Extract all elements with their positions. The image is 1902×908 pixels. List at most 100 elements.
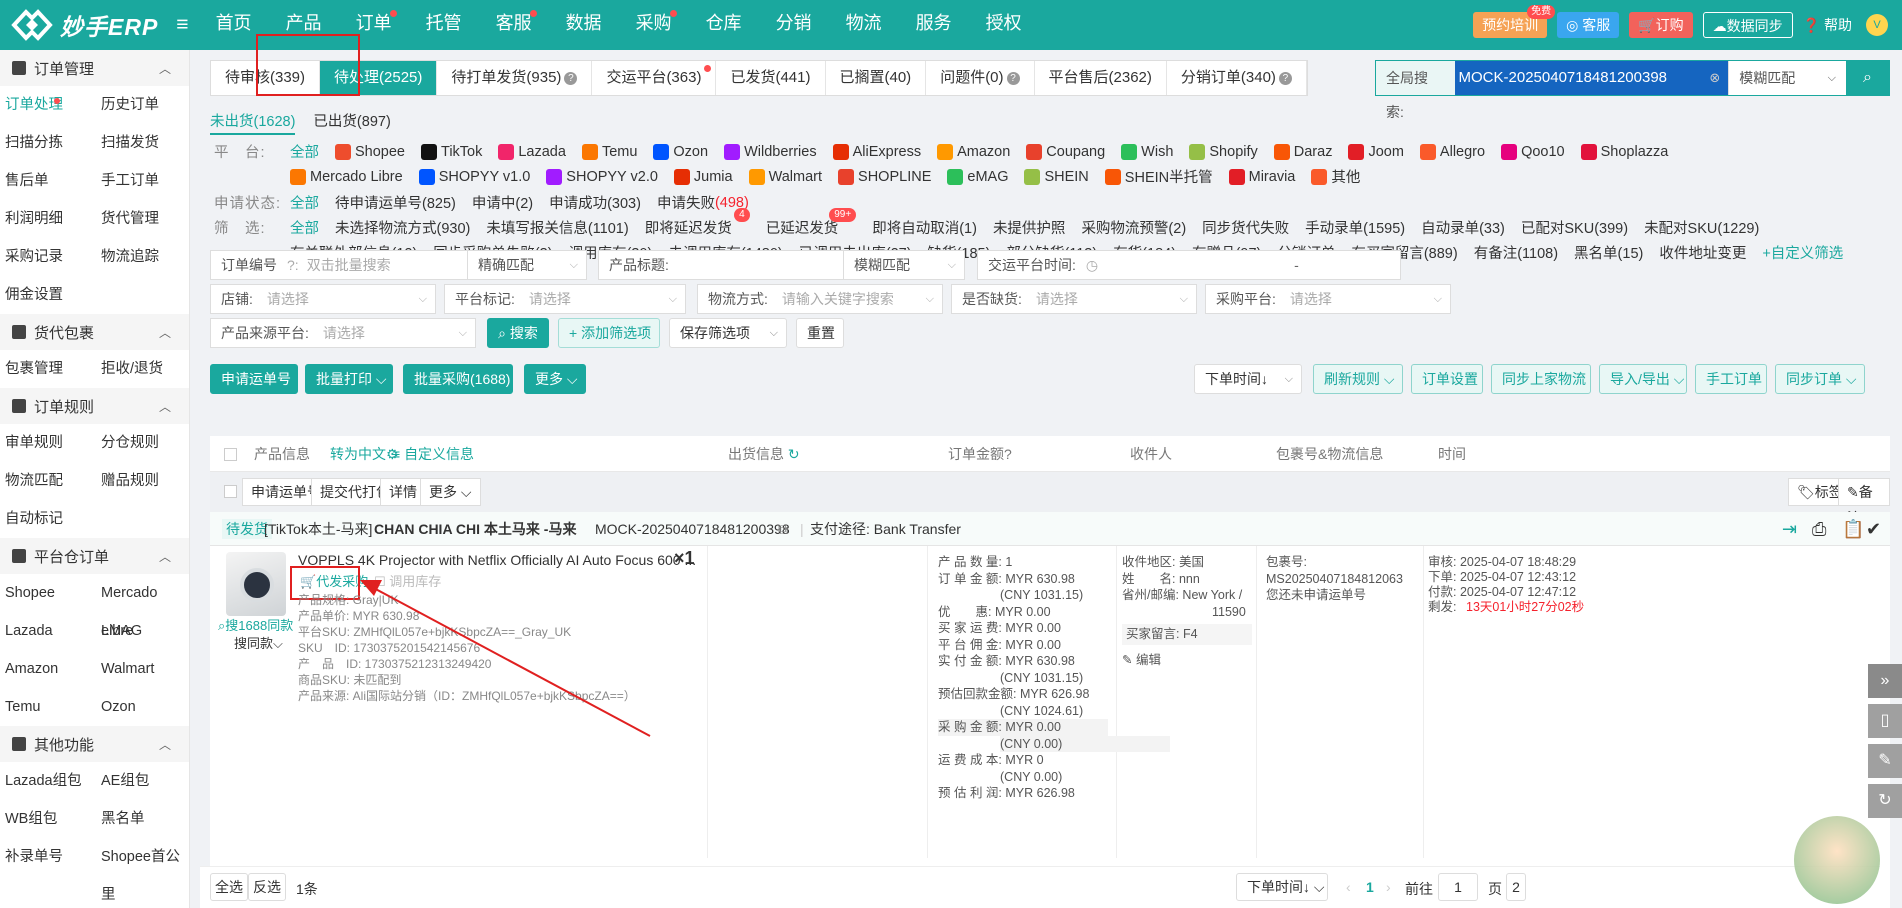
apply-status-option[interactable]: 申请成功(303) — [549, 192, 641, 213]
note-button[interactable]: ✎备注 — [1838, 478, 1890, 526]
row-more-button[interactable]: 更多 ⌵ — [420, 478, 481, 506]
match-mode-select[interactable]: 模糊匹配 ⌵ — [1728, 61, 1846, 95]
sidebar-item[interactable]: AE组包 — [96, 762, 189, 800]
sidebar-item[interactable]: eMAG — [96, 612, 189, 650]
batch-purchase-button[interactable]: 批量采购(1688) — [403, 364, 513, 394]
apply-tracking-button[interactable]: 申请运单号 — [210, 364, 298, 394]
feedback-icon[interactable]: ✎ — [1868, 744, 1902, 778]
platform-option[interactable]: Qoo10 — [1501, 143, 1565, 160]
mobile-icon[interactable]: ▯ — [1868, 704, 1902, 738]
platform-option[interactable]: 其他 — [1311, 166, 1360, 187]
sidebar-item[interactable]: WB组包 — [0, 800, 96, 838]
app-logo[interactable]: 妙手ERP — [10, 6, 158, 44]
shop-select[interactable]: 店铺: 请选择 ⌵ — [210, 284, 436, 314]
nav-item[interactable]: 分销 — [759, 0, 829, 50]
tab[interactable]: 问题件(0)? — [926, 61, 1035, 95]
refresh-icon[interactable]: ↻ — [1868, 784, 1902, 818]
purchase-platform-select[interactable]: 采购平台: 请选择 ⌵ — [1205, 284, 1451, 314]
sidebar-item[interactable]: 手工订单 — [96, 162, 189, 200]
clipboard-icon[interactable]: 📋 — [1842, 512, 1864, 546]
sidebar-item[interactable]: Shopee首公里 — [96, 838, 189, 903]
sidebar-item[interactable]: 黑名单 — [96, 800, 189, 838]
batch-print-button[interactable]: 批量打印 ⌵ — [305, 364, 393, 394]
screen-option[interactable]: 手动录单(1595) — [1305, 217, 1405, 238]
product-image[interactable] — [226, 552, 286, 616]
platform-option[interactable]: Amazon — [937, 143, 1010, 160]
sidebar-item[interactable]: 物流匹配 — [0, 462, 96, 500]
screen-option[interactable]: 已延迟发货 99+ — [766, 208, 857, 238]
nav-item[interactable]: 托管 — [409, 0, 479, 50]
filter-all[interactable]: 全部 — [290, 217, 319, 238]
sidebar-item[interactable]: 自动标记 — [0, 500, 96, 538]
platform-option[interactable]: Shopify — [1189, 143, 1258, 160]
sidebar-item[interactable]: 货代管理 — [96, 200, 189, 238]
platform-option[interactable]: Jumia — [673, 168, 733, 185]
clear-icon[interactable]: ⊗ — [1709, 61, 1720, 95]
platform-option[interactable]: Mercado Libre — [290, 168, 403, 185]
platform-option[interactable]: AliExpress — [832, 143, 921, 160]
platform-option[interactable]: SHEIN半托管 — [1104, 166, 1213, 187]
apply-status-option[interactable]: 申请中(2) — [472, 192, 533, 213]
next-page-icon[interactable]: › — [1386, 879, 1391, 895]
more-button[interactable]: 更多 ⌵ — [524, 364, 586, 394]
sidebar-item[interactable]: 物流追踪 — [96, 238, 189, 276]
prev-page-icon[interactable]: ‹ — [1346, 879, 1351, 895]
translate-link[interactable]: 转为中文⚙ — [330, 436, 399, 472]
page-size-select[interactable]: 2 — [1506, 873, 1526, 901]
source-platform-select[interactable]: 产品来源平台: 请选择 ⌵ — [210, 318, 476, 348]
check-circle-icon[interactable]: ✔ — [1866, 512, 1881, 546]
select-all-checkbox[interactable] — [224, 436, 237, 472]
fuzzy-match-select[interactable]: 模糊匹配 ⌵ — [843, 250, 965, 280]
sidebar-item[interactable]: 利润明细 — [0, 200, 96, 238]
platform-option[interactable]: Temu — [581, 143, 637, 160]
platform-option[interactable]: Shoplazza — [1580, 143, 1668, 160]
screen-option[interactable]: 采购物流预警(2) — [1081, 217, 1186, 238]
tab[interactable]: 已搁置(40) — [826, 61, 927, 95]
sidebar-item[interactable]: 补录单号 — [0, 838, 96, 876]
print-icon[interactable]: ⎙ — [1812, 512, 1826, 546]
help-link[interactable]: ❓ 帮助 — [1803, 15, 1852, 35]
nav-item[interactable]: 数据 — [549, 0, 619, 50]
subtab-shipped[interactable]: 已出货(897) — [313, 110, 390, 135]
sidebar-item[interactable]: 订单处理 — [0, 86, 96, 124]
platform-option[interactable]: Ozon — [653, 143, 708, 160]
import-export-button[interactable]: 导入/导出 ⌵ — [1599, 364, 1687, 394]
platform-option[interactable]: Joom — [1348, 143, 1404, 160]
sidebar-item[interactable]: 扫描分拣 — [0, 124, 96, 162]
nav-item[interactable]: 采购 — [619, 0, 689, 50]
sidebar-section[interactable]: 平台仓订单 ︿ — [0, 538, 189, 574]
platform-tag-select[interactable]: 平台标记: 请选择 ⌵ — [444, 284, 686, 314]
platform-option[interactable]: Allegro — [1419, 143, 1485, 160]
invert-select-button[interactable]: 反选 — [248, 873, 286, 901]
sidebar-section[interactable]: 货代包裹 ︿ — [0, 314, 189, 350]
save-filter-select[interactable]: 保存筛选项 ⌵ — [669, 318, 787, 348]
screen-option[interactable]: 未配对SKU(1229) — [1644, 217, 1759, 238]
tab[interactable]: 已发货(441) — [716, 61, 826, 95]
screen-option[interactable]: 黑名单(15) — [1574, 242, 1643, 263]
logistics-select[interactable]: 物流方式: 请输入关键字搜索 ⌵ — [697, 284, 943, 314]
tab[interactable]: 平台售后(2362) — [1035, 61, 1167, 95]
platform-option[interactable]: Lazada — [498, 143, 566, 160]
training-button[interactable]: 预约培训 免费 — [1473, 5, 1556, 38]
screen-option[interactable]: 收件地址变更 — [1659, 242, 1746, 263]
sidebar-section[interactable]: 订单管理 ︿ — [0, 50, 189, 86]
menu-toggle-icon[interactable]: ≡ — [176, 13, 188, 37]
order-no-field[interactable]: 订单编号?: 双击批量搜索 — [210, 250, 468, 280]
sync-order-button[interactable]: 同步订单 ⌵ — [1775, 364, 1865, 394]
screen-option[interactable]: 未选择物流方式(930) — [335, 217, 470, 238]
sort-select[interactable]: 下单时间↓ ⌵ — [1194, 364, 1302, 394]
search-button[interactable]: ⌕ 搜索 — [487, 318, 549, 348]
apply-status-option[interactable]: 待申请运单号(825) — [335, 192, 456, 213]
data-sync-button[interactable]: ☁数据同步 — [1702, 12, 1793, 38]
sidebar-item[interactable]: Ozon — [96, 688, 189, 726]
order-settings-button[interactable]: 订单设置 — [1411, 364, 1483, 394]
screen-option[interactable]: 即将延迟发货 4 — [645, 208, 750, 238]
refresh-icon[interactable]: ↻ — [788, 446, 800, 462]
collapse-icon[interactable]: » — [1868, 664, 1902, 698]
sidebar-item[interactable]: 售后单 — [0, 162, 96, 200]
sidebar-section[interactable]: 其他功能 ︿ — [0, 726, 189, 762]
platform-option[interactable]: SHOPYY v2.0 — [546, 168, 658, 185]
sidebar-item[interactable]: 拒收/退货 — [96, 350, 189, 388]
platform-option[interactable]: Daraz — [1273, 143, 1332, 160]
pager-sort-select[interactable]: 下单时间↓ ⌵ — [1236, 873, 1328, 901]
